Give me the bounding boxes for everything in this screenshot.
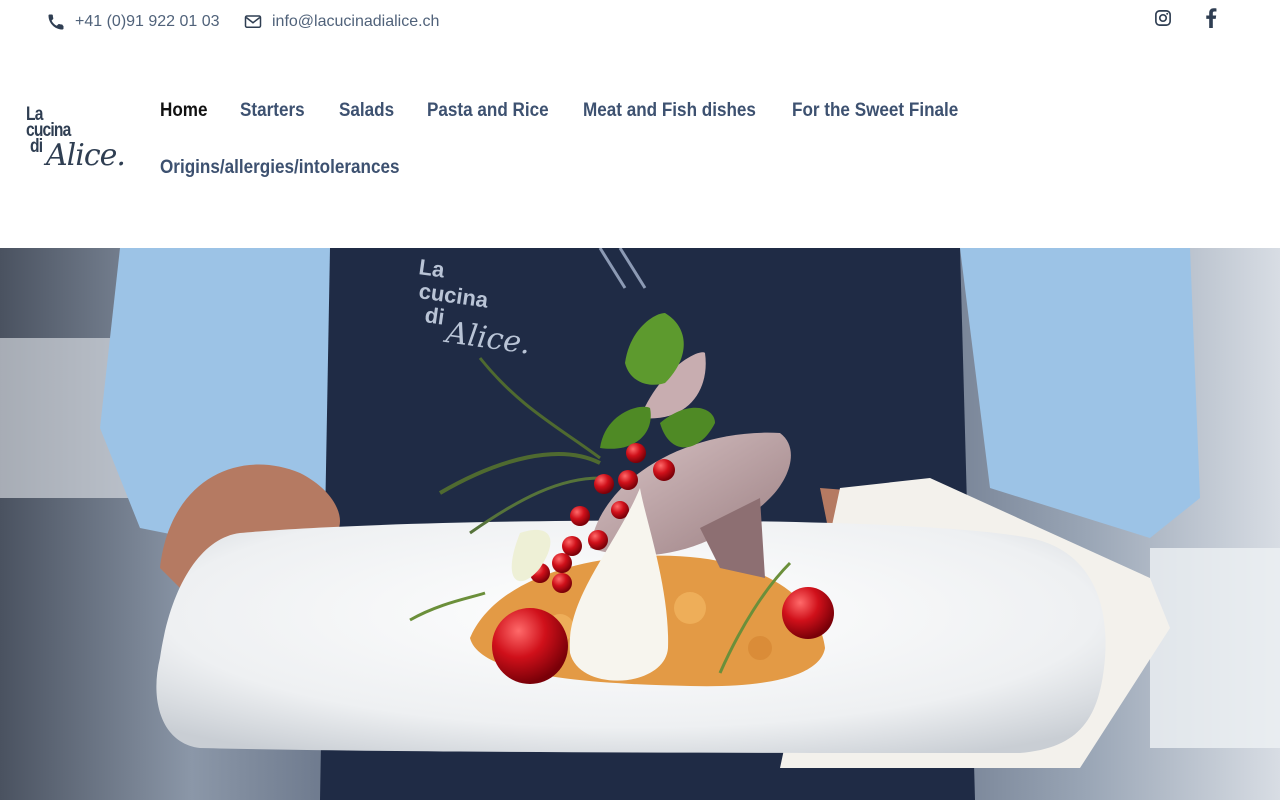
- logo-text-alice: Alice.: [46, 138, 126, 173]
- envelope-icon: [243, 12, 262, 31]
- nav-item-home[interactable]: Home: [160, 100, 208, 122]
- hero-illustration: La cucina di Alice.: [0, 248, 1280, 800]
- nav-item-origins-allergies[interactable]: Origins/allergies/intolerances: [160, 157, 399, 179]
- instagram-icon[interactable]: [1153, 8, 1173, 28]
- logo-text-di: di: [30, 136, 43, 157]
- nav-item-sweet-finale[interactable]: For the Sweet Finale: [792, 100, 958, 122]
- nav-item-meat-and-fish[interactable]: Meat and Fish dishes: [583, 100, 756, 122]
- nav-item-starters[interactable]: Starters: [240, 100, 305, 122]
- phone-number: +41 (0)91 922 01 03: [75, 12, 220, 30]
- phone-icon: [46, 12, 65, 31]
- site-logo[interactable]: La cucina di Alice.: [24, 105, 126, 176]
- email-contact[interactable]: info@lacucinadialice.ch: [243, 12, 439, 31]
- top-bar: +41 (0)91 922 01 03 info@lacucinadialice…: [0, 0, 1280, 46]
- phone-contact[interactable]: +41 (0)91 922 01 03: [46, 12, 220, 31]
- facebook-icon[interactable]: [1201, 8, 1221, 28]
- apron-logo-di: di: [423, 302, 446, 329]
- nav-item-pasta-and-rice[interactable]: Pasta and Rice: [427, 100, 549, 122]
- nav-item-salads[interactable]: Salads: [339, 100, 394, 122]
- hero-image: La cucina di Alice.: [0, 248, 1280, 800]
- email-address: info@lacucinadialice.ch: [272, 12, 440, 30]
